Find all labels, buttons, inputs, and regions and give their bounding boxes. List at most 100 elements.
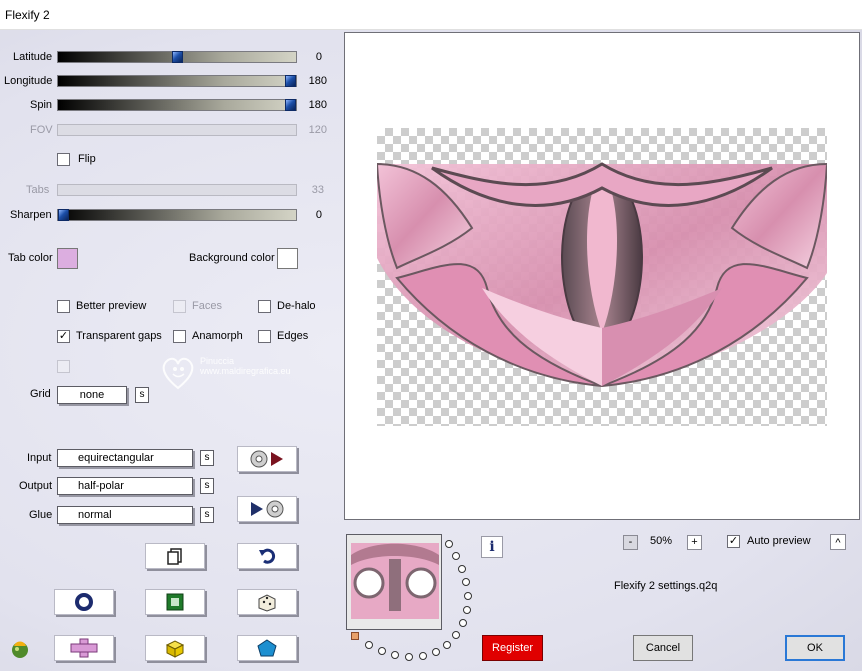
ok-button[interactable]: OK	[785, 635, 845, 661]
tab-color-label: Tab color	[8, 252, 53, 264]
preset-dot[interactable]	[459, 619, 467, 627]
sharpen-slider-thumb[interactable]	[58, 209, 69, 221]
latitude-slider-thumb[interactable]	[172, 51, 183, 63]
auto-preview-label: Auto preview	[747, 535, 811, 547]
better-preview-checkbox[interactable]	[57, 300, 70, 313]
better-preview-label: Better preview	[76, 300, 147, 312]
preset-dot[interactable]	[391, 651, 399, 659]
title-bar: Flexify 2	[0, 0, 862, 30]
green-square-icon	[166, 593, 184, 611]
background-color-swatch[interactable]	[277, 248, 298, 269]
edges-checkbox[interactable]	[258, 330, 271, 343]
longitude-value: 180	[308, 75, 327, 87]
background-color-label: Background color	[189, 252, 275, 264]
faces-checkbox	[173, 300, 186, 313]
zoom-level: 50%	[650, 535, 673, 547]
output-label: Output	[19, 480, 53, 492]
ring-icon	[75, 593, 93, 611]
latitude-slider[interactable]	[57, 51, 297, 63]
flip-label: Flip	[78, 153, 96, 165]
heart-logo-icon	[162, 357, 194, 390]
dice-icon	[258, 594, 276, 612]
watermark-url: www.maldiregrafica.eu	[200, 366, 291, 376]
preset-dot[interactable]	[452, 631, 460, 639]
disc-play-icon	[250, 450, 283, 468]
tab-color-swatch[interactable]	[57, 248, 78, 269]
register-button[interactable]: Register	[482, 635, 543, 661]
spin-label: Spin	[30, 99, 53, 111]
preview-thumbnail[interactable]	[346, 534, 442, 630]
play-disc-icon	[251, 500, 284, 518]
preset-dot[interactable]	[452, 552, 460, 560]
cube-button[interactable]	[145, 635, 205, 661]
grid-s-button[interactable]: s	[135, 387, 149, 403]
zoom-in-button[interactable]: +	[687, 535, 702, 550]
grid-select[interactable]: none	[57, 386, 127, 404]
preset-dot[interactable]	[443, 641, 451, 649]
thumbnail-image	[347, 535, 441, 629]
glue-label: Glue	[29, 509, 53, 521]
output-select[interactable]: half-polar	[57, 477, 193, 495]
frame-button[interactable]	[145, 589, 205, 615]
preset-dot[interactable]	[458, 565, 466, 573]
preset-dot[interactable]	[405, 653, 413, 661]
anamorph-checkbox[interactable]	[173, 330, 186, 343]
sharpen-label: Sharpen	[10, 209, 52, 221]
pentagon-button[interactable]	[237, 635, 297, 661]
collapse-button[interactable]: ^	[830, 534, 846, 550]
copy-button[interactable]	[145, 543, 205, 569]
de-halo-checkbox[interactable]	[258, 300, 271, 313]
preset-dot[interactable]	[378, 647, 386, 655]
cancel-button[interactable]: Cancel	[633, 635, 693, 661]
plugin-logo-icon	[12, 641, 28, 658]
auto-preview-checkbox[interactable]: ✓	[727, 535, 740, 548]
preview-panel[interactable]	[344, 32, 860, 520]
thumbnail-corner-handle[interactable]	[351, 632, 359, 640]
longitude-slider-thumb[interactable]	[285, 75, 296, 87]
anamorph-label: Anamorph	[192, 330, 243, 342]
copy-pages-icon	[167, 548, 182, 565]
tabs-label: Tabs	[26, 184, 50, 196]
latitude-label: Latitude	[13, 51, 53, 63]
dialog-body: Latitude 0 Longitude 180 Spin 180 FOV 12…	[0, 30, 862, 671]
spin-slider-thumb[interactable]	[285, 99, 296, 111]
play-to-disc-button[interactable]	[237, 496, 297, 522]
zoom-out-button[interactable]: -	[623, 535, 638, 550]
window-title: Flexify 2	[5, 8, 50, 22]
undo-arrow-icon	[259, 548, 276, 564]
preset-dot[interactable]	[445, 540, 453, 548]
settings-filename: Flexify 2 settings.q2q	[614, 580, 718, 592]
tabs-slider	[57, 184, 297, 196]
random-button[interactable]	[237, 589, 297, 615]
preset-dot[interactable]	[463, 606, 471, 614]
preset-dot[interactable]	[365, 641, 373, 649]
flip-checkbox[interactable]	[57, 153, 70, 166]
latitude-value: 0	[315, 51, 322, 63]
sharpen-slider[interactable]	[57, 209, 297, 221]
input-select[interactable]: equirectangular	[57, 449, 193, 467]
preset-dot[interactable]	[464, 592, 472, 600]
fov-label: FOV	[30, 124, 53, 136]
de-halo-label: De-halo	[277, 300, 316, 312]
preset-dot[interactable]	[462, 578, 470, 586]
preview-image	[377, 162, 827, 387]
sharpen-value: 0	[315, 209, 322, 221]
undo-button[interactable]	[237, 543, 297, 569]
transparency-checkerboard	[377, 128, 827, 426]
info-icon[interactable]: i	[481, 536, 503, 558]
preset-dot[interactable]	[419, 652, 427, 660]
transparent-gaps-checkbox[interactable]: ✓	[57, 330, 70, 343]
preset-dot[interactable]	[432, 648, 440, 656]
glue-s-button[interactable]: s	[200, 507, 214, 523]
glue-select[interactable]: normal	[57, 506, 193, 524]
input-s-button[interactable]: s	[200, 450, 214, 466]
longitude-label: Longitude	[4, 75, 53, 87]
cross-button[interactable]	[54, 635, 114, 661]
longitude-slider[interactable]	[57, 75, 297, 87]
output-s-button[interactable]: s	[200, 478, 214, 494]
play-disc-button[interactable]	[237, 446, 297, 472]
ring-button[interactable]	[54, 589, 114, 615]
spin-slider[interactable]	[57, 99, 297, 111]
hidden-option-checkbox	[57, 360, 70, 373]
fov-value: 120	[308, 124, 327, 136]
